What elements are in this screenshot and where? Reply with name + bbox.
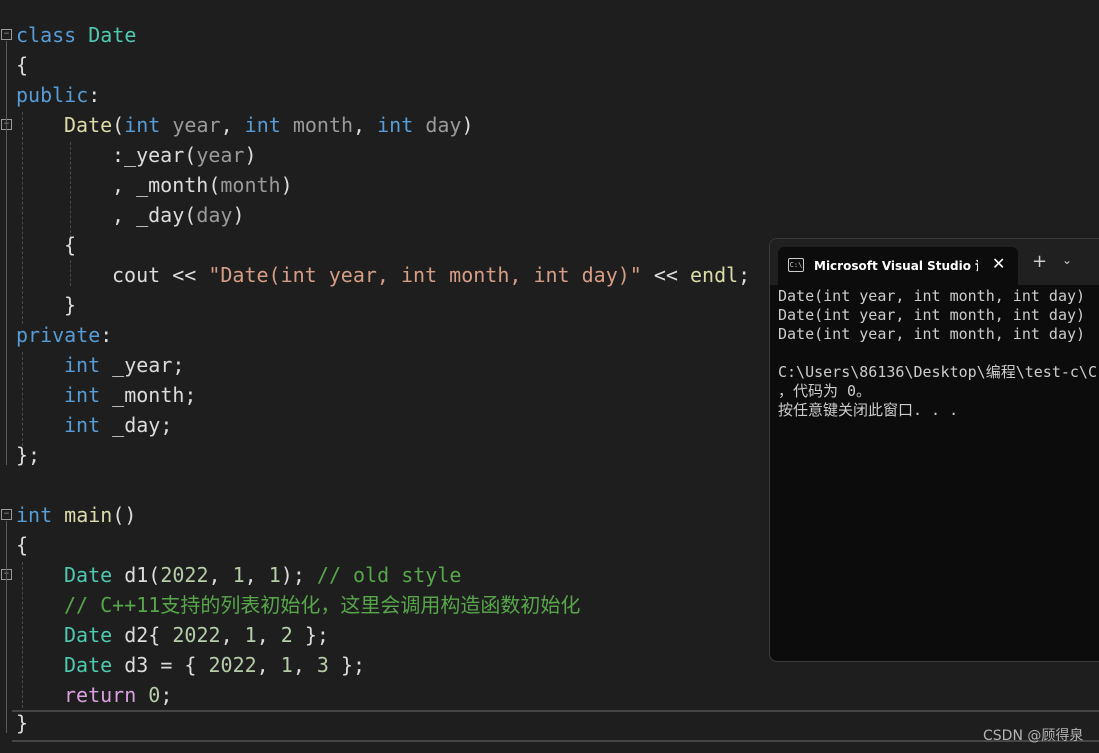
terminal-output-line: C:\Users\86136\Desktop\编程\test-c\C (778, 363, 1097, 381)
code-line[interactable]: public: (16, 80, 100, 110)
function-name: Date (64, 113, 113, 137)
current-line-highlight (12, 710, 1099, 742)
terminal-tab-bar: C:\ Microsoft Visual Studio 调试控制台 ✕ + ⌄ (770, 239, 1099, 285)
code-line[interactable]: { (16, 530, 28, 560)
keyword: class (16, 23, 77, 47)
code-line[interactable]: , _day(day) (112, 200, 244, 230)
code-line[interactable]: Date d3 = { 2022, 1, 3 }; (64, 650, 365, 680)
indent-guide (70, 260, 71, 286)
terminal-output-line: Date(int year, int month, int day) (778, 325, 1086, 343)
code-line[interactable]: int _day; (64, 410, 172, 440)
comment: // old style (316, 563, 462, 587)
code-line[interactable]: // C++11支持的列表初始化，这里会调用构造函数初始化 (64, 590, 580, 620)
terminal-output-line: Date(int year, int month, int day) (778, 287, 1086, 305)
code-line[interactable]: Date(int year, int month, int day) (64, 110, 473, 140)
indent-guide (22, 112, 23, 324)
keyword: public (16, 83, 89, 107)
terminal-output-line: 按任意键关闭此窗口. . . (778, 401, 959, 419)
code-line[interactable]: int main() (16, 500, 136, 530)
code-line[interactable]: }; (16, 440, 40, 470)
keyword: return (64, 683, 137, 707)
code-line[interactable]: int _month; (64, 380, 196, 410)
terminal-tab-title: Microsoft Visual Studio 调试控制台 (814, 259, 978, 273)
code-line[interactable]: { (16, 50, 28, 80)
indent-guide (70, 142, 71, 238)
code-line[interactable]: , _month(month) (112, 170, 293, 200)
indent-guide (22, 352, 23, 446)
code-line[interactable]: class Date (16, 20, 136, 50)
code-line[interactable]: } (16, 708, 28, 738)
terminal-tab[interactable]: C:\ Microsoft Visual Studio 调试控制台 ✕ (778, 247, 1018, 285)
code-line[interactable]: } (64, 290, 76, 320)
code-line[interactable]: int _year; (64, 350, 184, 380)
keyword: private (16, 323, 101, 347)
code-line[interactable]: private: (16, 320, 112, 350)
terminal-icon: C:\ (788, 258, 804, 272)
new-tab-icon[interactable]: + (1032, 251, 1047, 272)
code-line[interactable]: cout << "Date(int year, int month, int d… (112, 260, 750, 290)
code-line[interactable]: { (64, 230, 76, 260)
fold-line-class (6, 41, 7, 465)
fold-line-main (6, 521, 7, 733)
terminal-output-line: ，代码为 0。 (778, 382, 872, 400)
code-line[interactable]: :_year(year) (112, 140, 257, 170)
indent-guide (22, 562, 23, 708)
class-name: Date (88, 23, 137, 47)
code-line[interactable]: return 0; (64, 680, 172, 710)
debug-console-window[interactable]: C:\ Microsoft Visual Studio 调试控制台 ✕ + ⌄ … (769, 238, 1099, 662)
fold-class-date-icon[interactable]: − (1, 29, 12, 40)
code-line[interactable]: Date d2{ 2022, 1, 2 }; (64, 620, 329, 650)
code-line[interactable]: Date d1(2022, 1, 1); // old style (64, 560, 461, 590)
chevron-down-icon[interactable]: ⌄ (1062, 253, 1072, 267)
function-name: main (64, 503, 113, 527)
close-icon[interactable]: ✕ (992, 254, 1005, 273)
string-literal: "Date(int year, int month, int day)" (208, 263, 642, 287)
terminal-output-line: Date(int year, int month, int day) (778, 306, 1086, 324)
fold-main-icon[interactable]: − (1, 509, 12, 520)
watermark: CSDN @顾得泉 (983, 728, 1084, 744)
